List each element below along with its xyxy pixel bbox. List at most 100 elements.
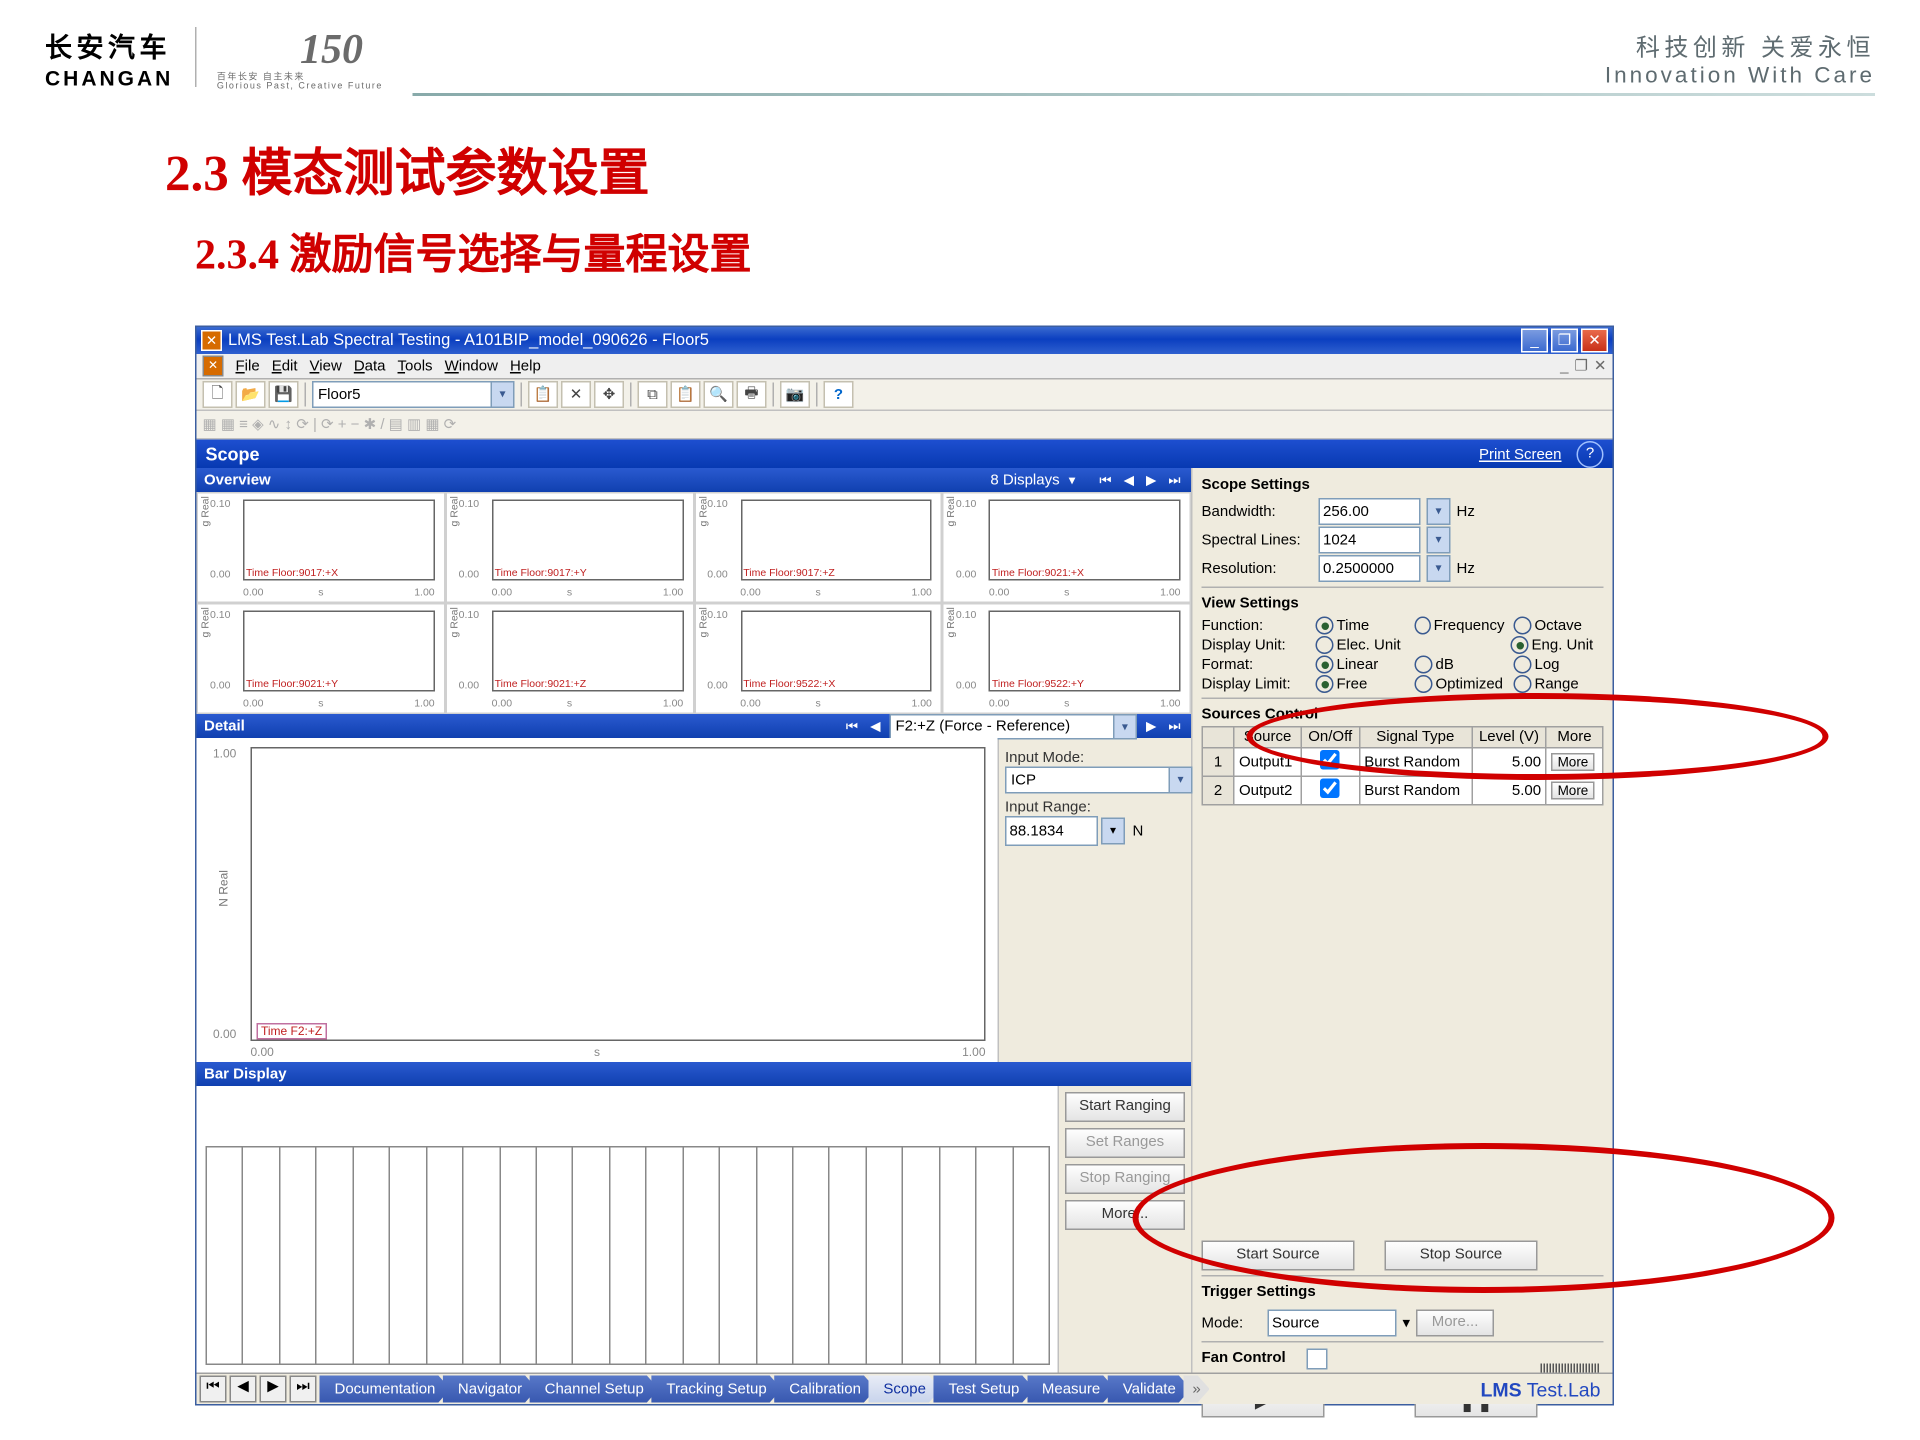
menu-view[interactable]: View bbox=[310, 358, 342, 375]
tab-more[interactable]: » bbox=[1183, 1376, 1209, 1403]
stop-ranging-button[interactable]: Stop Ranging bbox=[1065, 1164, 1185, 1194]
source1-level[interactable]: 5.00 bbox=[1472, 748, 1547, 777]
camera-icon[interactable]: 📷 bbox=[780, 381, 810, 408]
resolution-field[interactable] bbox=[1319, 555, 1421, 582]
fan-control-checkbox[interactable] bbox=[1306, 1348, 1327, 1369]
function-time-radio[interactable]: Time bbox=[1316, 617, 1406, 635]
source2-level[interactable]: 5.00 bbox=[1472, 776, 1547, 805]
tab-nav-next[interactable]: ▶ bbox=[260, 1376, 287, 1403]
detail-last-icon[interactable]: ⏭ bbox=[1165, 718, 1183, 735]
source2-name[interactable]: Output2 bbox=[1234, 776, 1302, 805]
display-limit-free-radio[interactable]: Free bbox=[1316, 675, 1406, 693]
close-button[interactable]: ✕ bbox=[1581, 329, 1608, 353]
source1-signal-type[interactable]: Burst Random bbox=[1359, 748, 1472, 777]
save-icon[interactable]: 💾 bbox=[269, 381, 299, 408]
chevron-down-icon[interactable]: ▾ bbox=[1101, 818, 1125, 845]
overview-chart-7[interactable]: g Real0.100.000.00s1.00Time Floor:9522:+… bbox=[942, 603, 1191, 714]
mdi-minimize[interactable]: _ bbox=[1560, 358, 1568, 375]
new-icon[interactable]: 🗋 bbox=[203, 381, 233, 408]
source1-onoff-checkbox[interactable] bbox=[1320, 750, 1340, 770]
help-icon[interactable]: ? bbox=[824, 381, 854, 408]
menu-file[interactable]: File bbox=[236, 358, 260, 375]
tab-nav-last[interactable]: ⏭ bbox=[290, 1376, 317, 1403]
chevron-down-icon[interactable]: ▾ bbox=[1403, 1315, 1411, 1332]
overview-chart-4[interactable]: g Real0.100.000.00s1.00Time Floor:9021:+… bbox=[197, 603, 446, 714]
ranging-more-button[interactable]: More... bbox=[1065, 1200, 1185, 1230]
tab-nav-first[interactable]: ⏮ bbox=[200, 1376, 227, 1403]
nav-last-icon[interactable]: ⏭ bbox=[1165, 472, 1183, 489]
source2-signal-type[interactable]: Burst Random bbox=[1359, 776, 1472, 805]
stop-source-button[interactable]: Stop Source bbox=[1385, 1241, 1538, 1271]
menu-data[interactable]: Data bbox=[354, 358, 386, 375]
chevron-down-icon[interactable]: ▾ bbox=[1427, 498, 1451, 525]
tab-channel-setup[interactable]: Channel Setup bbox=[530, 1376, 659, 1403]
overview-chart-1[interactable]: g Real0.100.000.00s1.00Time Floor:9017:+… bbox=[445, 492, 694, 603]
scope-help-icon[interactable]: ? bbox=[1577, 441, 1604, 468]
start-source-button[interactable]: Start Source bbox=[1202, 1241, 1355, 1271]
trigger-more-button[interactable]: More... bbox=[1416, 1310, 1494, 1337]
paste-icon[interactable]: 📋 bbox=[528, 381, 558, 408]
display-limit-range-radio[interactable]: Range bbox=[1514, 675, 1604, 693]
tab-measure[interactable]: Measure bbox=[1027, 1376, 1115, 1403]
start-ranging-button[interactable]: Start Ranging bbox=[1065, 1092, 1185, 1122]
source2-more-button[interactable]: More bbox=[1552, 781, 1595, 799]
format-db-radio[interactable]: dB bbox=[1415, 656, 1505, 674]
overview-chart-3[interactable]: g Real0.100.000.00s1.00Time Floor:9021:+… bbox=[942, 492, 1191, 603]
tab-scope[interactable]: Scope bbox=[868, 1376, 941, 1403]
spectral-lines-field[interactable] bbox=[1319, 527, 1421, 554]
overview-chart-0[interactable]: g Real0.100.000.00s1.00Time Floor:9017:+… bbox=[197, 492, 446, 603]
format-linear-radio[interactable]: Linear bbox=[1316, 656, 1406, 674]
source1-name[interactable]: Output1 bbox=[1234, 748, 1302, 777]
nav-prev-icon[interactable]: ◀ bbox=[1121, 472, 1137, 489]
set-ranges-button[interactable]: Set Ranges bbox=[1065, 1128, 1185, 1158]
maximize-button[interactable]: ❐ bbox=[1551, 329, 1578, 353]
source1-more-button[interactable]: More bbox=[1552, 752, 1595, 770]
nav-first-icon[interactable]: ⏮ bbox=[1096, 472, 1114, 489]
function-octave-radio[interactable]: Octave bbox=[1514, 617, 1604, 635]
overview-chart-2[interactable]: g Real0.100.000.00s1.00Time Floor:9017:+… bbox=[694, 492, 943, 603]
trigger-mode-field[interactable] bbox=[1268, 1310, 1397, 1337]
tab-documentation[interactable]: Documentation bbox=[320, 1376, 451, 1403]
copy-icon[interactable]: ⧉ bbox=[638, 381, 668, 408]
menu-help[interactable]: Help bbox=[510, 358, 541, 375]
chevron-down-icon[interactable]: ▾ bbox=[1427, 527, 1451, 554]
menu-edit[interactable]: Edit bbox=[272, 358, 298, 375]
project-selector[interactable]: Floor5▾ bbox=[312, 381, 515, 408]
nav-next-icon[interactable]: ▶ bbox=[1143, 472, 1159, 489]
preview-icon[interactable]: 🔍 bbox=[704, 381, 734, 408]
window-titlebar[interactable]: ✕ LMS Test.Lab Spectral Testing - A101BI… bbox=[197, 327, 1613, 354]
input-mode-select[interactable]: ICP▾ bbox=[1005, 767, 1193, 794]
mdi-restore[interactable]: ❐ bbox=[1574, 358, 1587, 375]
tab-navigator[interactable]: Navigator bbox=[443, 1376, 537, 1403]
tab-nav-prev[interactable]: ◀ bbox=[230, 1376, 257, 1403]
open-icon[interactable]: 📂 bbox=[236, 381, 266, 408]
format-log-radio[interactable]: Log bbox=[1514, 656, 1604, 674]
display-unit-eng-radio[interactable]: Eng. Unit bbox=[1511, 636, 1601, 654]
source2-onoff-checkbox[interactable] bbox=[1320, 779, 1340, 799]
bar-display-area[interactable] bbox=[197, 1086, 1058, 1374]
display-unit-elec-radio[interactable]: Elec. Unit bbox=[1316, 636, 1406, 654]
input-range-field[interactable] bbox=[1005, 816, 1098, 846]
overview-chart-6[interactable]: g Real0.100.000.00s1.00Time Floor:9522:+… bbox=[694, 603, 943, 714]
minimize-button[interactable]: _ bbox=[1521, 329, 1548, 353]
move-icon[interactable]: ✥ bbox=[594, 381, 624, 408]
detail-next-icon[interactable]: ▶ bbox=[1143, 718, 1159, 735]
detail-channel-select[interactable]: F2:+Z (Force - Reference)▾ bbox=[889, 713, 1137, 739]
displays-dropdown-icon[interactable]: ▾ bbox=[1066, 472, 1079, 489]
mdi-close[interactable]: ✕ bbox=[1594, 358, 1607, 375]
chevron-down-icon[interactable]: ▾ bbox=[1427, 555, 1451, 582]
print-screen-link[interactable]: Print Screen bbox=[1479, 446, 1562, 463]
menu-window[interactable]: Window bbox=[445, 358, 498, 375]
tab-calibration[interactable]: Calibration bbox=[774, 1376, 876, 1403]
detail-first-icon[interactable]: ⏮ bbox=[843, 718, 861, 735]
detail-prev-icon[interactable]: ◀ bbox=[867, 718, 883, 735]
delete-icon[interactable]: ✕ bbox=[561, 381, 591, 408]
tab-test-setup[interactable]: Test Setup bbox=[933, 1376, 1034, 1403]
overview-chart-5[interactable]: g Real0.100.000.00s1.00Time Floor:9021:+… bbox=[445, 603, 694, 714]
tab-tracking-setup[interactable]: Tracking Setup bbox=[651, 1376, 781, 1403]
bandwidth-field[interactable] bbox=[1319, 498, 1421, 525]
tab-validate[interactable]: Validate bbox=[1108, 1376, 1191, 1403]
display-limit-optimized-radio[interactable]: Optimized bbox=[1415, 675, 1505, 693]
paste2-icon[interactable]: 📋 bbox=[671, 381, 701, 408]
menu-tools[interactable]: Tools bbox=[398, 358, 433, 375]
